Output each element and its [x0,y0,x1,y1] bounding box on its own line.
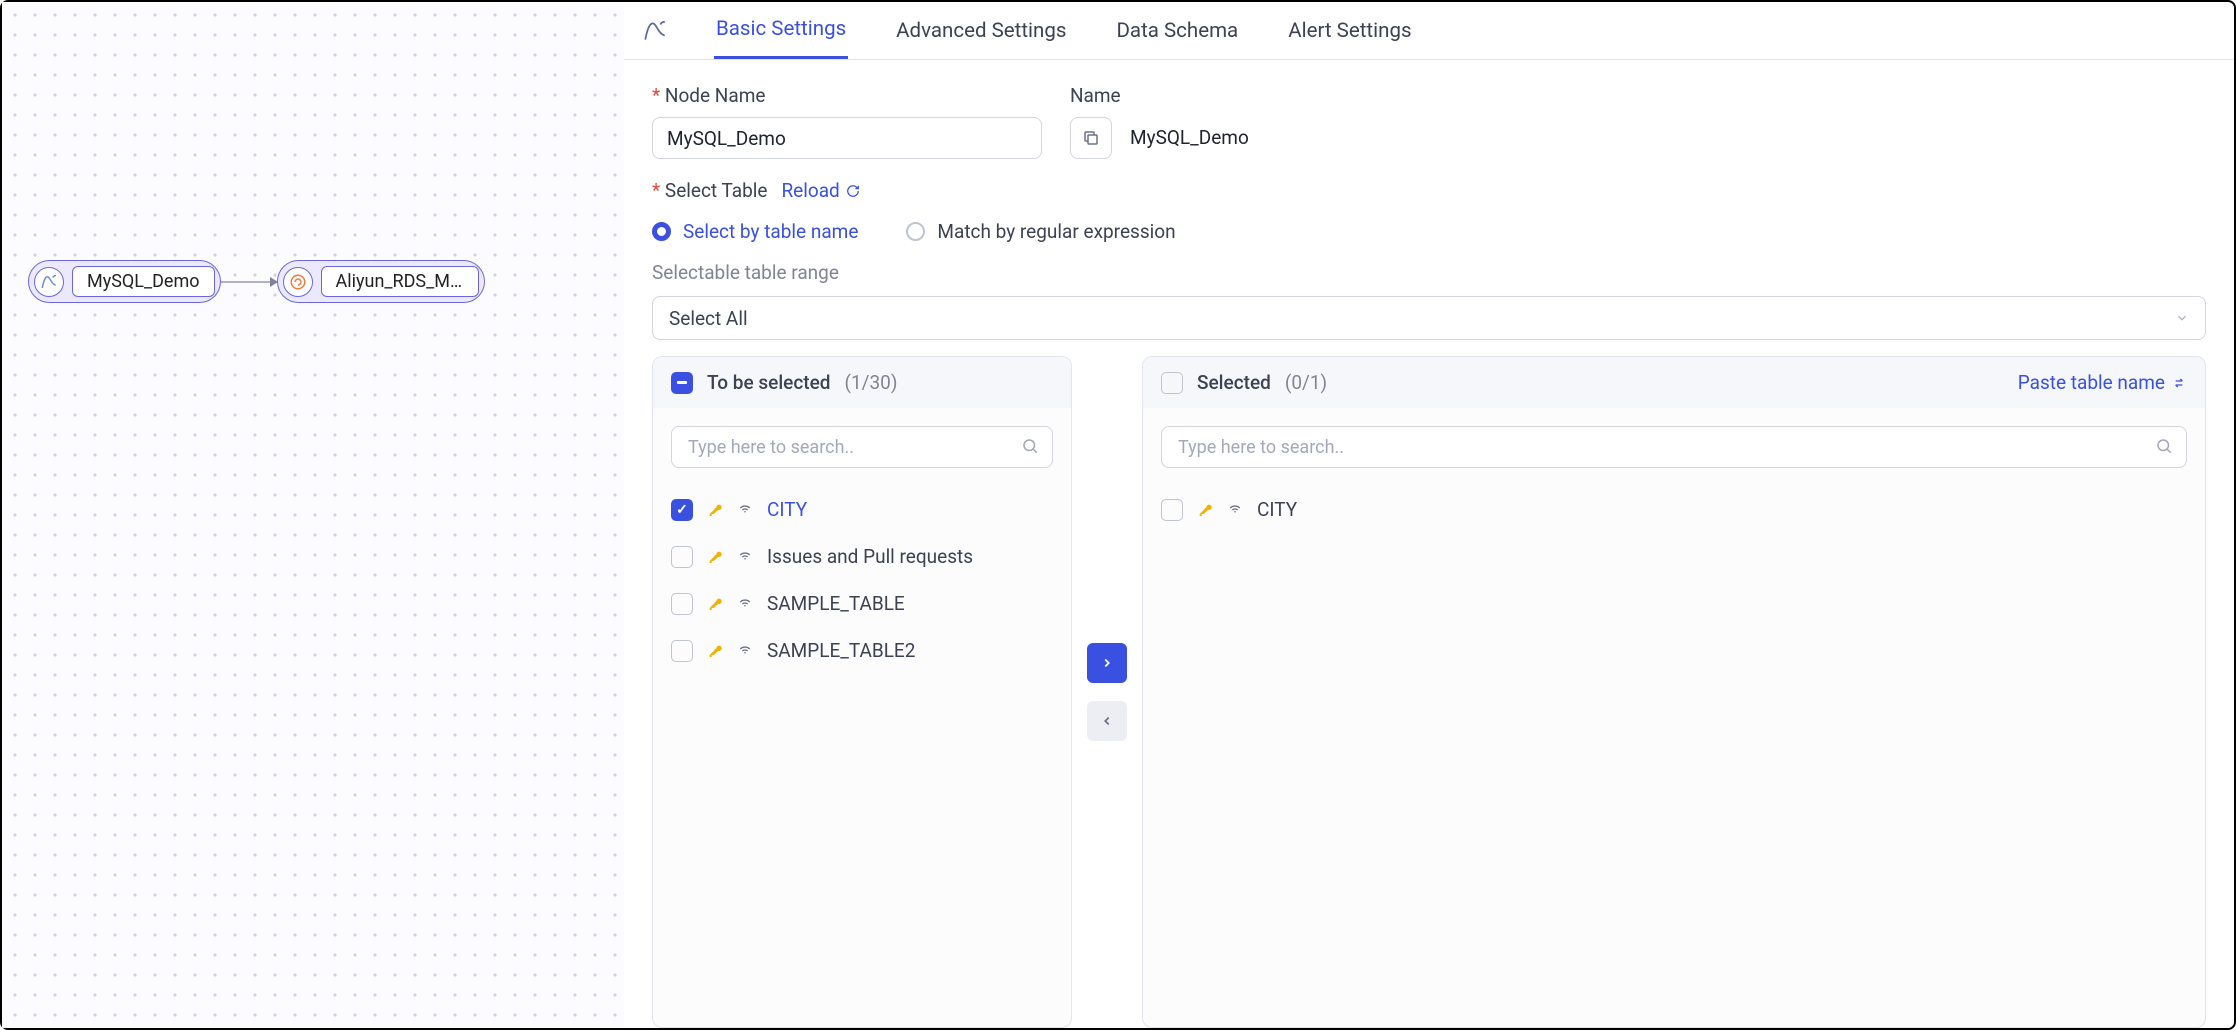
mysql-logo-icon [642,18,668,44]
table-list-right: CITY [1143,486,2205,541]
node-group: MySQL_Demo Aliyun_RDS_M... [28,260,485,303]
search-icon [2155,437,2173,455]
transfer-control: To be selected (1/30) CITY Issues and Pul… [652,356,2206,1028]
transfer-buttons [1087,643,1127,741]
source-node[interactable]: MySQL_Demo [28,260,221,303]
config-panel: Basic Settings Advanced Settings Data Sc… [624,2,2234,1028]
table-checkbox[interactable] [671,593,693,615]
key-icon [707,643,723,659]
search-icon [1021,437,1039,455]
tab-alert-settings[interactable]: Alert Settings [1286,4,1413,58]
key-icon [707,596,723,612]
table-name: CITY [1257,498,1297,521]
key-icon [707,643,723,659]
key-icon [707,596,723,612]
table-name: Issues and Pull requests [767,545,973,568]
select-all-checkbox[interactable] [1161,372,1183,394]
transfer-right-header: Selected (0/1) Paste table name [1143,357,2205,408]
broadcast-icon [737,549,753,565]
table-checkbox[interactable] [671,640,693,662]
node-name-input[interactable] [652,117,1042,159]
selected-count: (0/1) [1285,371,1327,394]
chevron-right-icon [1100,656,1114,670]
radio-match-by-regex[interactable]: Match by regular expression [906,220,1175,243]
aliyun-icon [283,267,313,297]
mysql-icon [34,267,64,297]
reload-button[interactable]: Reload [781,179,859,202]
target-node-label: Aliyun_RDS_M... [321,266,479,297]
table-checkbox[interactable] [671,499,693,521]
broadcast-icon [1227,502,1243,518]
source-node-label: MySQL_Demo [72,266,215,297]
name-value: MySQL_Demo [1130,117,1249,159]
form-body: Node Name Name MySQL_Demo Select Table R… [624,60,2234,1028]
reload-icon [846,184,860,198]
radio-select-by-table-name[interactable]: Select by table name [652,220,858,243]
flow-canvas[interactable]: MySQL_Demo Aliyun_RDS_M... [2,2,624,1028]
broadcast-icon [737,502,753,518]
table-checkbox[interactable] [1161,499,1183,521]
select-all-dropdown[interactable]: Select All [652,296,2206,340]
key-icon [707,549,723,565]
swap-icon [2171,375,2187,391]
target-node[interactable]: Aliyun_RDS_M... [277,260,485,303]
selected-label: Selected [1197,371,1271,394]
tab-basic-settings[interactable]: Basic Settings [714,2,848,59]
copy-button[interactable] [1070,117,1112,159]
radio-circle-icon [906,222,925,241]
chevron-left-icon [1100,714,1114,728]
radio-circle-icon [652,222,671,241]
paste-table-name-button[interactable]: Paste table name [2018,371,2187,394]
table-item[interactable]: SAMPLE_TABLE2 [671,627,1053,674]
radio-regex-label: Match by regular expression [937,220,1175,243]
move-right-button[interactable] [1087,643,1127,683]
select-table-label: Select Table [652,179,767,202]
key-icon [707,502,723,518]
key-icon [707,549,723,565]
key-icon [1197,502,1213,518]
tabs: Basic Settings Advanced Settings Data Sc… [624,2,2234,60]
table-name: CITY [767,498,807,521]
broadcast-icon [737,596,753,612]
radio-table-name-label: Select by table name [683,220,858,243]
transfer-left-box: To be selected (1/30) CITY Issues and Pul… [652,356,1072,1028]
selectable-range-label: Selectable table range [652,261,2206,284]
chevron-down-icon [2175,311,2189,325]
select-all-checkbox[interactable] [671,372,693,394]
key-icon [707,502,723,518]
name-label: Name [1070,84,2206,107]
broadcast-icon [737,596,753,612]
tab-advanced-settings[interactable]: Advanced Settings [894,4,1068,58]
table-item[interactable]: Issues and Pull requests [671,533,1053,580]
broadcast-icon [737,549,753,565]
broadcast-icon [737,643,753,659]
broadcast-icon [1227,502,1243,518]
table-item[interactable]: SAMPLE_TABLE [671,580,1053,627]
transfer-left-header: To be selected (1/30) [653,357,1071,408]
table-item[interactable]: CITY [671,486,1053,533]
move-left-button[interactable] [1087,701,1127,741]
to-be-selected-count: (1/30) [844,371,897,394]
table-name: SAMPLE_TABLE [767,592,905,615]
select-all-label: Select All [669,307,748,330]
table-item[interactable]: CITY [1161,486,2187,533]
tab-data-schema[interactable]: Data Schema [1114,4,1240,58]
transfer-right-box: Selected (0/1) Paste table name [1142,356,2206,1028]
to-be-selected-label: To be selected [707,371,830,394]
table-checkbox[interactable] [671,546,693,568]
search-left-input[interactable] [671,426,1053,468]
search-right-input[interactable] [1161,426,2187,468]
edge-arrow-icon [221,281,277,283]
broadcast-icon [737,643,753,659]
node-name-label: Node Name [652,84,1042,107]
reload-label: Reload [781,179,839,202]
table-name: SAMPLE_TABLE2 [767,639,915,662]
paste-label: Paste table name [2018,371,2165,394]
table-list-left: CITY Issues and Pull requests SAMPLE_TABLE… [653,486,1071,682]
broadcast-icon [737,502,753,518]
key-icon [1197,502,1213,518]
